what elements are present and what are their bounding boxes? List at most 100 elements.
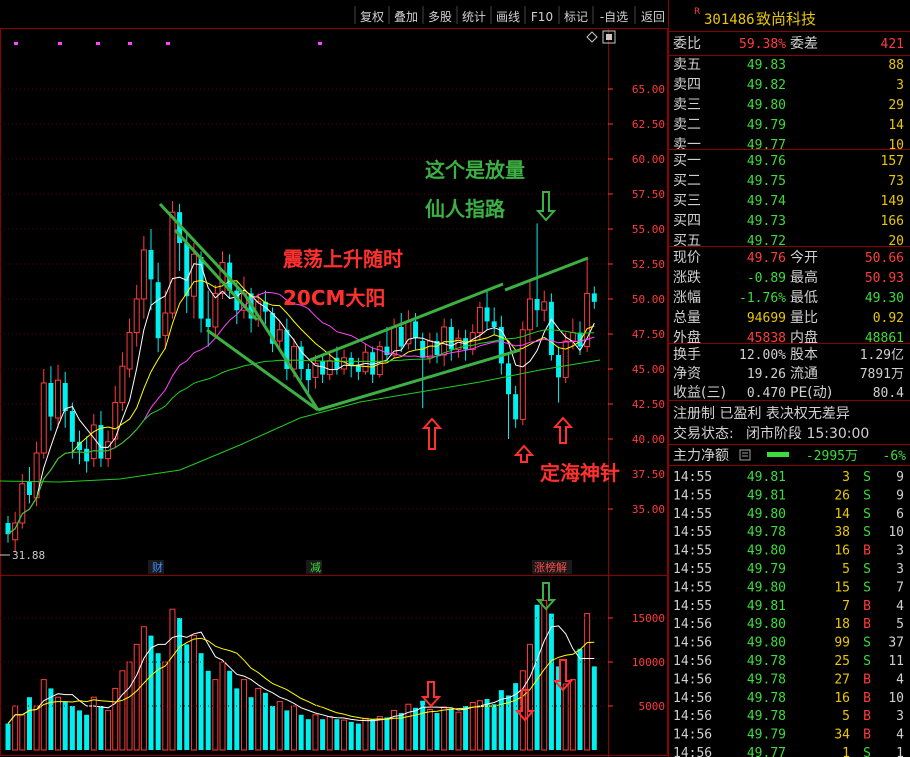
volume-bar (112, 687, 119, 751)
tick-price: 49.80 (747, 580, 786, 595)
toolbar-button[interactable]: 多股 (428, 10, 452, 24)
tick-time: 14:56 (673, 617, 712, 632)
quote-label: 最低 (790, 290, 818, 306)
candle (491, 307, 497, 336)
volume-bar (334, 719, 340, 750)
bid-price: 49.73 (747, 214, 786, 229)
price-tick-label: 65.00 (632, 83, 665, 96)
volume-bar (541, 599, 548, 751)
candle (420, 332, 426, 409)
tick-price: 49.78 (747, 691, 786, 706)
toolbar-button[interactable]: 标记 (564, 10, 588, 24)
tick-time: 14:55 (673, 470, 712, 485)
trend-line (243, 294, 320, 411)
order-ratio-label: 委比 (673, 36, 701, 52)
diamond-icon[interactable] (586, 31, 598, 43)
candle (562, 332, 569, 383)
order-diff-label: 委差 (790, 36, 818, 52)
volume-bar (212, 679, 219, 751)
price-axis: 65.00 62.50 60.00 57.50 55.00 52.50 50.00 47.50… (608, 83, 665, 516)
price-tick-label: 50.00 (632, 293, 665, 306)
ask-price: 49.79 (747, 118, 786, 133)
candle (62, 371, 68, 428)
bid-volume: 157 (881, 154, 904, 169)
ma20-line (7, 291, 595, 535)
volume-bar (591, 666, 597, 750)
volume-bar (413, 707, 419, 750)
volume-bar (562, 683, 569, 751)
quote-label: 量比 (790, 310, 818, 326)
candle (77, 430, 82, 465)
signal-dot (96, 42, 100, 45)
candle (498, 315, 504, 375)
candle (463, 329, 469, 361)
volume-bar (398, 713, 404, 750)
toolbar-button[interactable]: 复权 (360, 10, 384, 24)
volume-bar (90, 696, 97, 751)
tick-price: 49.78 (747, 525, 786, 540)
tick-volume: 27 (834, 672, 850, 687)
candle (212, 285, 219, 339)
trend-line (504, 256, 589, 292)
tick-count: 10 (888, 525, 904, 540)
bid-volume: 149 (881, 194, 904, 209)
toolbar-button[interactable]: 统计 (462, 10, 486, 24)
tick-side: S (863, 525, 871, 540)
toolbar-button[interactable]: 画线 (496, 10, 520, 24)
candle (5, 516, 11, 543)
tick-price: 49.78 (747, 672, 786, 687)
volume-bar (119, 670, 126, 751)
volume-bar (133, 643, 140, 751)
ask-volume: 3 (896, 78, 904, 93)
tick-count: 3 (896, 544, 904, 559)
volume-bar (284, 710, 290, 750)
volume-bar (270, 706, 276, 750)
signal-dot (14, 42, 18, 45)
candle (198, 251, 204, 333)
volume-bar (155, 653, 161, 750)
list-icon[interactable] (739, 449, 751, 461)
signal-dot (58, 42, 62, 45)
toolbar-button[interactable]: 返回 (641, 10, 665, 24)
ask-volume: 10 (888, 138, 904, 153)
volume-bar (234, 688, 240, 750)
candle (534, 223, 540, 327)
candle (133, 285, 140, 347)
annotation-text: 这个是放量 (425, 158, 525, 182)
tick-price: 49.79 (747, 728, 786, 743)
candle (126, 318, 133, 378)
tick-side: B (863, 599, 871, 614)
tick-side: S (863, 636, 871, 651)
volume-bar (362, 717, 369, 751)
candle (384, 327, 390, 361)
tick-count: 9 (896, 470, 904, 485)
main-flow-bar (767, 452, 789, 457)
tick-count: 3 (896, 562, 904, 577)
signal-dot (318, 42, 322, 45)
chart-border (0, 28, 668, 756)
tick-side: B (863, 617, 871, 632)
tick-time: 14:56 (673, 709, 712, 724)
volume-bar (26, 697, 32, 750)
toolbar: 复权 叠加 多股 统计 画线 F10 标记 -自选 返回 (0, 0, 668, 28)
bid-label: 买三 (673, 193, 701, 209)
candle (55, 364, 62, 428)
bid-label: 买一 (673, 153, 701, 169)
tick-price: 49.79 (747, 562, 786, 577)
quote-value: -1.76% (739, 291, 786, 306)
toolbar-button[interactable]: F10 (531, 10, 553, 24)
volume-bar (476, 700, 483, 751)
order-diff-value: 421 (881, 37, 904, 52)
volume-bar (312, 714, 319, 751)
stat-value: 7891万 (860, 367, 904, 382)
tick-time: 14:56 (673, 672, 712, 687)
toolbar-button[interactable]: 叠加 (394, 10, 418, 24)
toolbar-button[interactable]: -自选 (600, 10, 628, 24)
ask-price: 49.80 (747, 98, 786, 113)
stock-code: 301486 (704, 12, 755, 28)
stat-label: 股本 (790, 347, 818, 363)
tick-count: 10 (888, 691, 904, 706)
candle (105, 430, 112, 467)
volume-bar (569, 679, 576, 751)
volume-bar (55, 696, 62, 751)
